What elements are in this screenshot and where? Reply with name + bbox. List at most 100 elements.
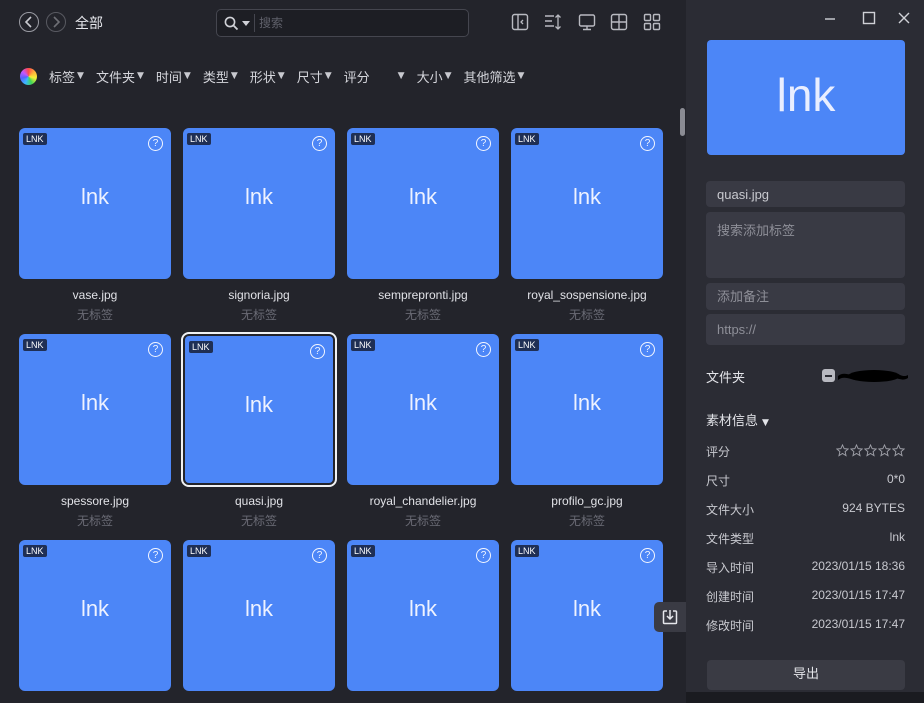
search-box[interactable]	[216, 9, 469, 37]
filter-type[interactable]: 类型 ▼	[203, 67, 238, 86]
asset-thumbnail[interactable]: LNK? lnk	[511, 128, 663, 279]
help-icon[interactable]: ?	[148, 548, 163, 563]
filter-shape[interactable]: 形状 ▼	[250, 67, 285, 86]
asset-tags: 无标签	[404, 308, 441, 322]
file-type-badge: LNK	[351, 133, 375, 145]
filter-bar: 标签 ▼ 文件夹 ▼ 时间 ▼ 类型 ▼ 形状 ▼ 尺寸 ▼ 评分 ▼ 大小 ▼ 其他筛选 ▼	[20, 66, 536, 86]
filter-label: 其他筛选	[463, 70, 516, 86]
filter-other[interactable]: 其他筛选 ▼	[464, 67, 525, 86]
file-type-badge: LNK	[515, 545, 539, 557]
search-divider	[254, 14, 255, 32]
info-value: lnk	[889, 530, 905, 544]
asset-thumbnail[interactable]: LNK? lnk	[511, 540, 663, 691]
info-row: 文件大小 924 BYTES	[706, 501, 905, 519]
maximize-icon[interactable]	[861, 10, 877, 26]
caret-down-icon[interactable]	[242, 21, 250, 26]
asset-thumbnail[interactable]: LNK? lnk	[19, 128, 171, 279]
preview-image[interactable]: lnk	[707, 40, 905, 155]
grid-view-button[interactable]	[642, 12, 662, 32]
help-icon[interactable]: ?	[312, 136, 327, 151]
import-button[interactable]	[654, 602, 686, 632]
color-filter-icon[interactable]	[20, 67, 37, 85]
asset-thumbnail[interactable]: LNK? lnk	[183, 540, 335, 691]
star-icon[interactable]	[878, 444, 891, 457]
file-type-badge: LNK	[515, 339, 539, 351]
sort-button[interactable]	[543, 12, 563, 32]
help-icon[interactable]: ?	[310, 344, 325, 359]
folder-collapse-icon[interactable]	[822, 369, 835, 382]
search-icon	[224, 16, 239, 31]
display-mode-button[interactable]	[577, 12, 597, 32]
asset-thumbnail[interactable]: LNK? lnk	[347, 540, 499, 691]
filter-tags[interactable]: 标签 ▼	[49, 67, 84, 86]
caret-down-icon: ▼	[762, 418, 769, 428]
thumbnail-label: lnk	[80, 184, 110, 209]
tags-input[interactable]	[706, 212, 905, 278]
thumbnail-label: lnk	[408, 184, 438, 209]
star-icon[interactable]	[864, 444, 877, 457]
url-input[interactable]	[706, 314, 905, 345]
filter-label: 大小	[416, 70, 443, 86]
asset-filename: vase.jpg	[72, 288, 118, 302]
breadcrumb: 全部	[75, 16, 103, 32]
asset-thumbnail[interactable]: LNK? lnk	[19, 540, 171, 691]
help-icon[interactable]: ?	[640, 136, 655, 151]
back-button[interactable]	[19, 12, 39, 32]
help-icon[interactable]: ?	[476, 136, 491, 151]
file-type-badge: LNK	[351, 545, 375, 557]
note-input[interactable]	[706, 283, 905, 310]
thumbnail-label: lnk	[244, 596, 274, 621]
info-value: 2023/01/15 17:47	[811, 617, 905, 631]
thumbnail-label: lnk	[572, 596, 602, 621]
filter-label: 标签	[49, 70, 76, 86]
asset-thumbnail[interactable]: LNK? lnk	[511, 334, 663, 485]
filter-label: 类型	[202, 70, 229, 86]
info-heading-label: 素材信息	[706, 414, 759, 429]
asset-thumbnail[interactable]: LNK? lnk	[347, 128, 499, 279]
help-icon[interactable]: ?	[640, 548, 655, 563]
filter-rating[interactable]: 评分	[344, 67, 370, 86]
filter-folder[interactable]: 文件夹 ▼	[96, 67, 144, 86]
star-icon[interactable]	[892, 444, 905, 457]
info-row: 创建时间 2023/01/15 17:47	[706, 588, 905, 606]
file-type-badge: LNK	[23, 545, 47, 557]
filter-time[interactable]: 时间 ▼	[156, 67, 191, 86]
filter-label: 时间	[155, 70, 182, 86]
help-icon[interactable]: ?	[148, 342, 163, 357]
filter-dimensions[interactable]: 尺寸 ▼	[297, 67, 332, 86]
info-value: 2023/01/15 17:47	[811, 588, 905, 602]
forward-button[interactable]	[46, 12, 66, 32]
filename-field[interactable]	[706, 181, 905, 207]
info-heading[interactable]: 素材信息 ▼	[706, 410, 769, 429]
asset-filename: royal_chandelier.jpg	[369, 494, 477, 508]
info-value: 924 BYTES	[842, 501, 905, 515]
close-icon[interactable]	[896, 10, 912, 26]
rating-stars[interactable]	[836, 444, 905, 457]
filter-rating-dropdown[interactable]: ▼	[396, 71, 405, 81]
help-icon[interactable]: ?	[640, 342, 655, 357]
filter-size[interactable]: 大小 ▼	[417, 67, 452, 86]
toggle-sidebar-button[interactable]	[510, 12, 530, 32]
info-key: 评分	[706, 445, 731, 459]
star-icon[interactable]	[850, 444, 863, 457]
preview-label: lnk	[776, 69, 836, 121]
asset-thumbnail[interactable]: LNK? lnk	[347, 334, 499, 485]
export-button[interactable]: 导出	[707, 660, 905, 690]
caret-down-icon: ▼	[230, 71, 238, 81]
help-icon[interactable]: ?	[476, 342, 491, 357]
caret-down-icon: ▼	[136, 71, 144, 81]
help-icon[interactable]: ?	[312, 548, 327, 563]
layout-button[interactable]	[609, 12, 629, 32]
star-icon[interactable]	[836, 444, 849, 457]
thumbnail-label: lnk	[80, 596, 110, 621]
asset-thumbnail[interactable]: LNK? lnk	[19, 334, 171, 485]
asset-thumbnail[interactable]: LNK? lnk	[181, 332, 337, 487]
minimize-icon[interactable]	[822, 10, 838, 26]
file-type-badge: LNK	[515, 133, 539, 145]
asset-thumbnail[interactable]: LNK? lnk	[183, 128, 335, 279]
scrollbar-thumb[interactable]	[680, 108, 685, 136]
help-icon[interactable]: ?	[148, 136, 163, 151]
help-icon[interactable]: ?	[476, 548, 491, 563]
file-type-badge: LNK	[187, 133, 211, 145]
search-input[interactable]	[259, 13, 459, 33]
